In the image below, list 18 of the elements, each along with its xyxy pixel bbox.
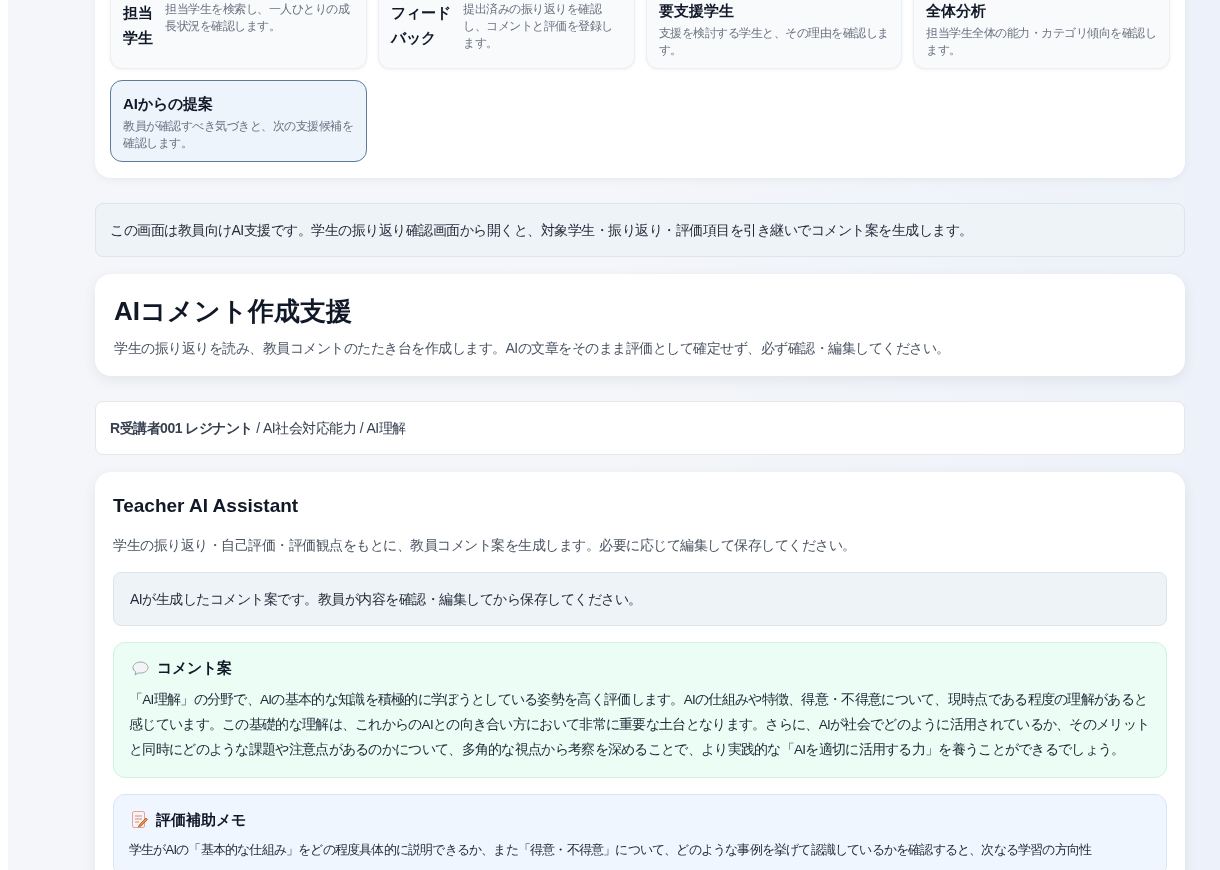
breadcrumb-bar: R受講者001 レジナント / AI社会対応能力 / AI理解 bbox=[95, 401, 1185, 455]
page-title: AIコメント作成支援 bbox=[114, 295, 353, 328]
section-text: 「AI理解」の分野で、AIの基本的な知識を積極的に学ぼうとしている姿勢を高く評価します。AIの仕組みや特徴、得意・不得意について、現時点である程度の理解があると感じています。この基礎的な理解は、これからのAIとの向き合い方において非常に重要な土台となります。さらに、AIが社会でどのように活用されているか、そのメリットと同時にどのような課題や注意点があるのかについて、多角的な視点から考察を深めることで、より実践的な「AIを適切に活用する力」を養うことができるでしょう。 bbox=[129, 691, 1151, 759]
page-subtitle: 学生の振り返りを読み、教員コメントのたたき台を作成します。AIの文章をそのまま評価として確定せず、必ず確認・編集してください。 bbox=[114, 339, 951, 358]
section-title: 評価補助メモ bbox=[156, 810, 246, 830]
nav-card[interactable]: AIからの提案 教員が確認すべき気づきと、次の支援候補を確認します。 bbox=[110, 80, 367, 162]
speech-bubble-icon bbox=[132, 660, 149, 676]
ai-notice-banner: AIが生成したコメント案です。教員が内容を確認・編集してから保存してください。 bbox=[113, 572, 1167, 626]
info-banner: この画面は教員向けAI支援です。学生の振り返り確認画面から開くと、対象学生・振り返り・評価項目を引き継いでコメント案を生成します。 bbox=[95, 203, 1185, 257]
section-title: コメント案 bbox=[157, 658, 232, 678]
section-text: 学生がAIの「基本的な仕組み」をどの程度具体的に説明できるか、また「得意・不得意」について、どのような事例を挙げて認識しているかを確認すると、次なる学習の方向性 bbox=[129, 841, 1093, 859]
assistant-subtitle: 学生の振り返り・自己評価・評価観点をもとに、教員コメント案を生成します。必要に応じて編集して保存してください。 bbox=[113, 536, 857, 555]
nav-card[interactable]: 担当学生 担当学生を検索し、一人ひとりの成長状況を確認します。 bbox=[110, 0, 367, 69]
nav-card[interactable]: 全体分析 担当学生全体の能力・カテゴリ傾向を確認します。 bbox=[913, 0, 1170, 69]
nav-card[interactable]: フィードバック 提出済みの振り返りを確認し、コメントと評価を登録します。 bbox=[377, 0, 635, 69]
memo-pencil-icon bbox=[132, 811, 148, 829]
nav-card[interactable]: 要支援学生 支援を検討する学生と、その理由を確認します。 bbox=[645, 0, 903, 69]
assistant-title: Teacher AI Assistant bbox=[113, 494, 300, 518]
